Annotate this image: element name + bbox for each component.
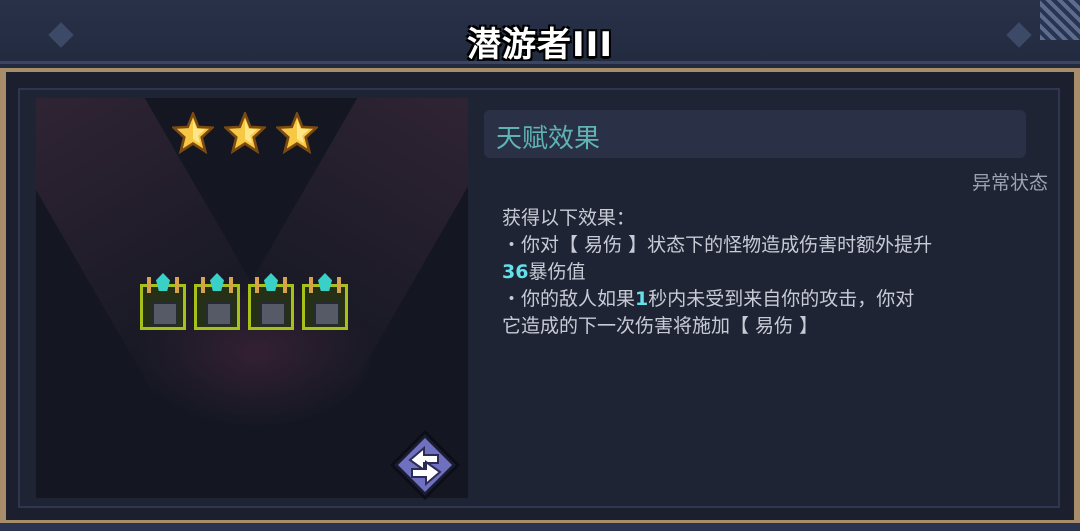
star-icon xyxy=(172,112,214,154)
turret-icon-spike xyxy=(147,277,151,293)
turret-icon-spike xyxy=(255,277,259,293)
frame-trim-bottom xyxy=(0,520,1080,531)
turret-icon-spike xyxy=(337,277,341,293)
effect-text: 暴伤值 xyxy=(528,261,586,283)
rarity-stars xyxy=(172,112,318,154)
frame-trim-right xyxy=(1074,72,1080,531)
equipment-slots xyxy=(140,273,348,330)
effect-line-2b: 它造成的下一次伤害将施加【 易伤 】 xyxy=(502,313,1022,340)
turret-item-slot[interactable] xyxy=(302,273,348,330)
turret-icon-spike xyxy=(309,277,313,293)
description-intro: 获得以下效果： xyxy=(502,207,636,229)
category-label: 异常状态 xyxy=(971,172,1048,194)
talent-info-panel: 天赋效果 异常状态 获得以下效果： ・你对【 易伤 】状态下的怪物造成伤害时额外… xyxy=(466,90,1060,506)
frame-trim-left xyxy=(0,72,6,531)
turret-icon xyxy=(206,302,232,326)
effect-line-2: ・你的敌人如果1秒内未受到来自你的攻击，你对 xyxy=(502,286,1022,313)
turret-icon-spike xyxy=(175,277,179,293)
turret-item-slot[interactable] xyxy=(248,273,294,330)
effect-text: ・你的敌人如果 xyxy=(502,288,636,310)
turret-item-slot[interactable] xyxy=(194,273,240,330)
highlight-value: 36 xyxy=(502,261,529,283)
effect-line-1b: 36暴伤值 xyxy=(502,259,1022,286)
title-bar: 潜游者III xyxy=(0,0,1080,72)
turret-icon xyxy=(152,302,178,326)
swap-button[interactable] xyxy=(390,430,460,500)
turret-icon xyxy=(260,302,286,326)
turret-icon-spike xyxy=(201,277,205,293)
section-header: 天赋效果 xyxy=(484,110,1026,158)
star-icon xyxy=(276,112,318,154)
star-icon xyxy=(224,112,266,154)
turret-icon-spike xyxy=(229,277,233,293)
effect-text: ・你对【 易伤 】状态下的怪物造成伤害时额外提升 xyxy=(502,234,933,256)
divider xyxy=(0,61,1080,64)
turret-item-slot[interactable] xyxy=(140,273,186,330)
turret-icon-spike xyxy=(283,277,287,293)
content-panel: 天赋效果 异常状态 获得以下效果： ・你对【 易伤 】状态下的怪物造成伤害时额外… xyxy=(18,88,1060,508)
effect-text: 秒内未受到来自你的攻击，你对 xyxy=(648,288,915,310)
page-title: 潜游者III xyxy=(467,25,613,65)
talent-detail-window: 潜游者III 天赋效果 异常状态 获得以下效果： ・你对【 易伤 】状态下的怪物… xyxy=(0,0,1080,531)
turret-icon xyxy=(314,302,340,326)
effect-text: 它造成的下一次伤害将施加【 易伤 】 xyxy=(502,315,819,337)
effect-line-1: ・你对【 易伤 】状态下的怪物造成伤害时额外提升 xyxy=(502,232,1022,259)
section-title: 天赋效果 xyxy=(496,124,601,154)
highlight-value: 1 xyxy=(635,288,649,310)
talent-description: 获得以下效果： ・你对【 易伤 】状态下的怪物造成伤害时额外提升 36暴伤值 ・… xyxy=(502,205,1022,340)
